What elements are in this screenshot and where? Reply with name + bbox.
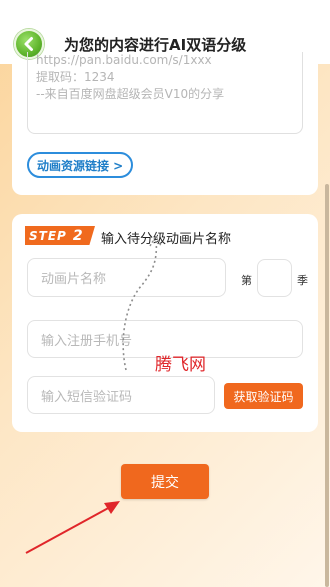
sms-code-input[interactable]: 输入短信验证码 [27, 376, 215, 414]
step-title: 输入待分级动画片名称 [101, 232, 232, 247]
animation-name-input[interactable]: 动画片名称 [27, 258, 226, 297]
step-badge-word: STEP [29, 228, 67, 243]
chevron-left-icon [24, 37, 33, 51]
share-line: https://pan.baidu.com/s/1xxx [36, 53, 212, 67]
animation-resource-link-button[interactable]: 动画资源链接 > [27, 152, 134, 178]
watermark-text: 腾飞网 [155, 355, 206, 375]
red-arrow [25, 505, 113, 554]
episode-prefix-label: 第 [241, 274, 252, 287]
share-line: 提取码：1234 [36, 70, 115, 84]
step2-card: STEP 2 输入待分级动画片名称 动画片名称 第 季 输入注册手机号 输入短信… [12, 214, 318, 432]
step-badge-number: 2 [72, 227, 83, 244]
get-code-button[interactable]: 获取验证码 [224, 383, 303, 409]
episode-suffix-label: 季 [297, 274, 308, 287]
red-arrow-head [104, 501, 120, 514]
step-badge: STEP 2 [25, 226, 95, 245]
share-card: https://pan.baidu.com/s/1xxx 提取码：1234 --… [12, 52, 318, 195]
share-line: --来自百度网盘超级会员V10的分享 [36, 87, 225, 101]
season-input[interactable] [257, 259, 292, 297]
scrollbar[interactable] [325, 184, 329, 587]
submit-button[interactable]: 提交 [121, 464, 209, 499]
share-textarea[interactable]: https://pan.baidu.com/s/1xxx 提取码：1234 --… [27, 52, 303, 134]
